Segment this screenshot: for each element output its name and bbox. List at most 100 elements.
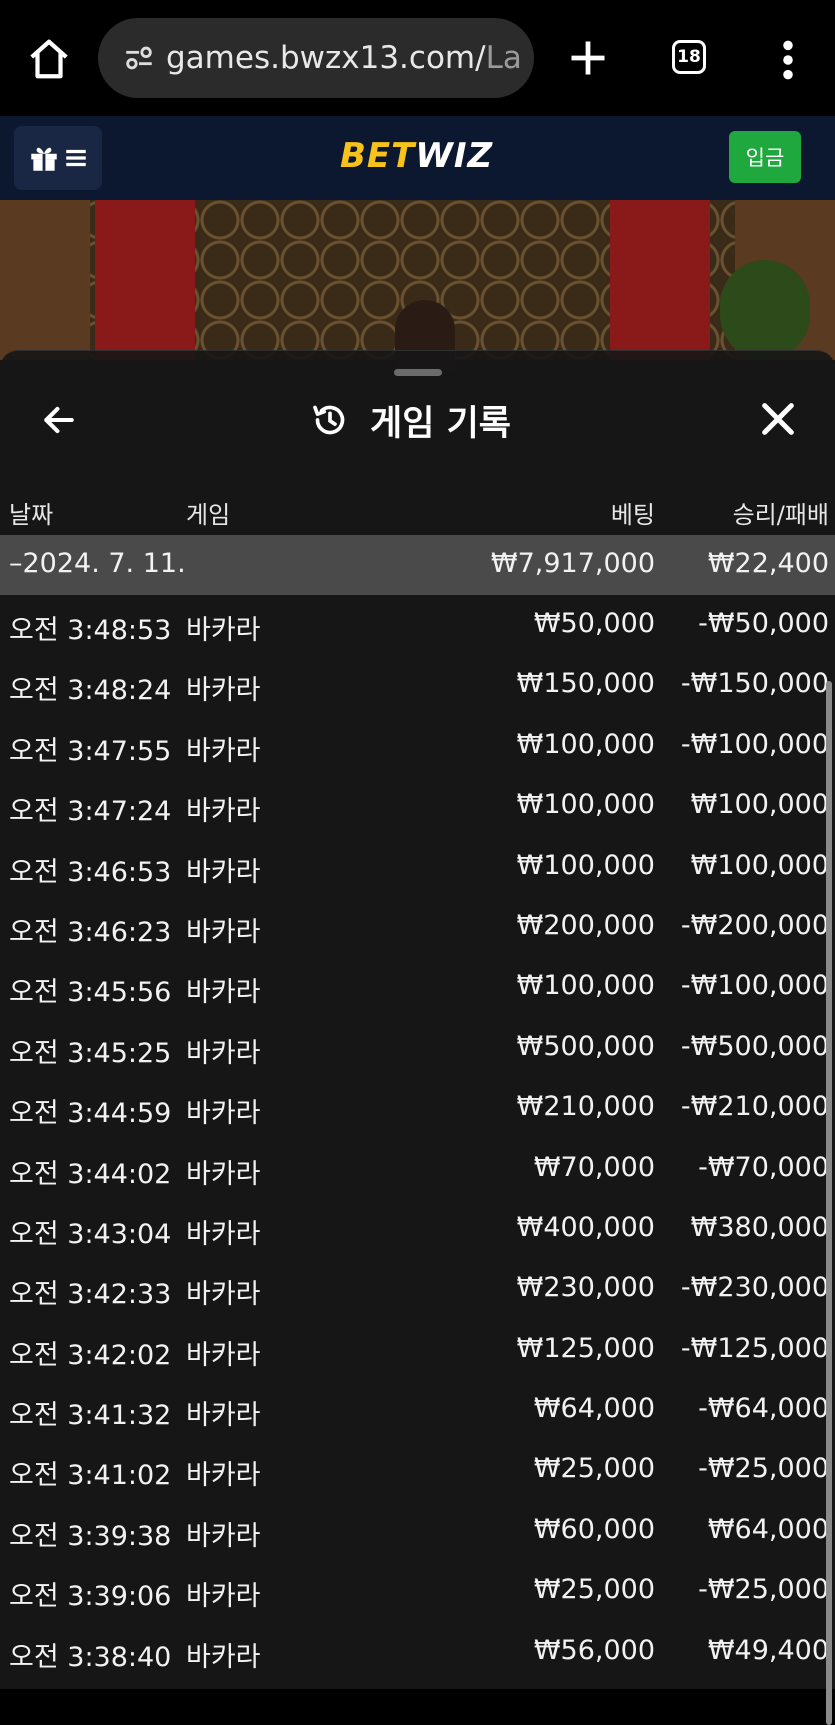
table-row[interactable]: 오전 3:39:06 바카라 ₩25,000 -₩25,000 bbox=[0, 1561, 835, 1621]
row-bet: ₩210,000 bbox=[516, 1091, 655, 1123]
logo-wiz: WIZ bbox=[415, 136, 494, 176]
table-row[interactable]: 오전 3:39:38 바카라 ₩60,000 ₩64,000 bbox=[0, 1501, 835, 1561]
row-time: 오전 3:46:53 bbox=[9, 856, 172, 888]
row-bet: ₩150,000 bbox=[516, 668, 655, 700]
row-time: 오전 3:45:56 bbox=[9, 977, 172, 1009]
row-result: -₩150,000 bbox=[680, 668, 829, 700]
table-row[interactable]: 오전 3:42:02 바카라 ₩125,000 -₩125,000 bbox=[0, 1320, 835, 1380]
row-game: 바카라 bbox=[186, 796, 261, 828]
row-bet: ₩500,000 bbox=[516, 1030, 655, 1062]
curtain-right bbox=[610, 200, 710, 360]
row-time: 오전 3:41:32 bbox=[9, 1400, 172, 1432]
row-bet: ₩125,000 bbox=[516, 1332, 655, 1364]
betwiz-logo[interactable]: BETWIZ bbox=[340, 136, 493, 176]
row-time: 오전 3:42:02 bbox=[9, 1339, 172, 1371]
table-row[interactable]: 오전 3:44:59 바카라 ₩210,000 -₩210,000 bbox=[0, 1078, 835, 1138]
row-bet: ₩64,000 bbox=[533, 1393, 655, 1425]
summary-win-loss: ₩22,400 bbox=[707, 548, 829, 579]
row-game: 바카라 bbox=[186, 916, 261, 948]
row-result: ₩100,000 bbox=[690, 789, 829, 821]
row-bet: ₩100,000 bbox=[516, 728, 655, 760]
row-time: 오전 3:39:06 bbox=[9, 1581, 172, 1613]
date-group-summary[interactable]: –2024. 7. 11. ₩7,917,000 ₩22,400 bbox=[0, 535, 835, 595]
row-game: 바카라 bbox=[186, 615, 261, 646]
table-row[interactable]: 오전 3:46:23 바카라 ₩200,000 -₩200,000 bbox=[0, 897, 835, 957]
row-game: 바카라 bbox=[186, 1218, 261, 1250]
table-row[interactable]: 오전 3:41:02 바카라 ₩25,000 -₩25,000 bbox=[0, 1440, 835, 1500]
gift-icon bbox=[31, 147, 57, 171]
row-bet: ₩100,000 bbox=[516, 849, 655, 881]
tune-icon[interactable] bbox=[122, 41, 156, 75]
row-result: -₩100,000 bbox=[680, 970, 829, 1002]
table-row[interactable]: 오전 3:43:04 바카라 ₩400,000 ₩380,000 bbox=[0, 1199, 835, 1259]
row-bet: ₩50,000 bbox=[533, 608, 655, 639]
row-time: 오전 3:43:04 bbox=[9, 1218, 172, 1250]
row-result: ₩64,000 bbox=[707, 1513, 829, 1545]
home-icon[interactable] bbox=[26, 36, 72, 82]
row-game: 바카라 bbox=[186, 1641, 261, 1673]
table-row[interactable]: 오전 3:45:25 바카라 ₩500,000 -₩500,000 bbox=[0, 1018, 835, 1078]
row-game: 바카라 bbox=[186, 1098, 261, 1130]
row-game: 바카라 bbox=[186, 1400, 261, 1432]
table-row[interactable]: 오전 3:45:56 바카라 ₩100,000 -₩100,000 bbox=[0, 957, 835, 1017]
menu-button[interactable] bbox=[14, 126, 102, 190]
column-date: 날짜 bbox=[9, 501, 54, 529]
scrollbar[interactable] bbox=[826, 681, 832, 1725]
table-row[interactable]: 오전 3:48:53 바카라 ₩50,000 -₩50,000 bbox=[0, 595, 835, 655]
drag-handle[interactable] bbox=[394, 369, 442, 376]
row-result: -₩200,000 bbox=[680, 909, 829, 941]
row-bet: ₩100,000 bbox=[516, 789, 655, 821]
row-result: -₩125,000 bbox=[680, 1332, 829, 1364]
row-time: 오전 3:44:02 bbox=[9, 1158, 172, 1190]
sheet-header: 게임 기록 bbox=[310, 395, 511, 445]
browser-toolbar: games.bwzx13.com/La 18 bbox=[0, 0, 835, 116]
row-result: -₩64,000 bbox=[698, 1393, 829, 1425]
row-bet: ₩56,000 bbox=[533, 1634, 655, 1666]
table-row[interactable]: 오전 3:41:32 바카라 ₩64,000 -₩64,000 bbox=[0, 1380, 835, 1440]
column-win-loss: 승리/패배 bbox=[732, 501, 829, 529]
row-result: ₩49,400 bbox=[707, 1634, 829, 1666]
table-row[interactable]: 오전 3:48:24 바카라 ₩150,000 -₩150,000 bbox=[0, 655, 835, 715]
logo-bet: BET bbox=[340, 136, 416, 176]
row-time: 오전 3:48:24 bbox=[9, 675, 172, 707]
table-row[interactable]: 오전 3:44:02 바카라 ₩70,000 -₩70,000 bbox=[0, 1139, 835, 1199]
row-result: -₩50,000 bbox=[698, 608, 829, 639]
url-text[interactable]: games.bwzx13.com/La bbox=[166, 40, 526, 76]
row-game: 바카라 bbox=[186, 735, 261, 767]
tab-count: 18 bbox=[677, 47, 701, 67]
url-tail: La bbox=[485, 40, 522, 76]
history-table: –2024. 7. 11. ₩7,917,000 ₩22,400 오전 3:48… bbox=[0, 535, 835, 1682]
plus-icon[interactable] bbox=[566, 36, 610, 80]
row-game: 바카라 bbox=[186, 977, 261, 1009]
row-time: 오전 3:47:55 bbox=[9, 735, 172, 767]
arrow-left-icon[interactable] bbox=[40, 401, 78, 439]
table-row[interactable]: 오전 3:46:53 바카라 ₩100,000 ₩100,000 bbox=[0, 837, 835, 897]
table-row[interactable]: 오전 3:47:24 바카라 ₩100,000 ₩100,000 bbox=[0, 776, 835, 836]
tab-switcher-button[interactable]: 18 bbox=[672, 40, 706, 74]
row-bet: ₩25,000 bbox=[533, 1453, 655, 1485]
row-time: 오전 3:38:40 bbox=[9, 1641, 172, 1673]
history-icon bbox=[313, 405, 345, 435]
summary-bet: ₩7,917,000 bbox=[490, 548, 655, 579]
table-row[interactable]: 오전 3:42:33 바카라 ₩230,000 -₩230,000 bbox=[0, 1259, 835, 1319]
row-bet: ₩60,000 bbox=[533, 1513, 655, 1545]
row-game: 바카라 bbox=[186, 1279, 261, 1311]
row-time: 오전 3:45:25 bbox=[9, 1037, 172, 1069]
hamburger-icon bbox=[66, 149, 86, 167]
site-header: BETWIZ 입금 bbox=[0, 116, 835, 201]
row-game: 바카라 bbox=[186, 1581, 261, 1613]
row-game: 바카라 bbox=[186, 1037, 261, 1069]
row-time: 오전 3:42:33 bbox=[9, 1279, 172, 1311]
kebab-menu-icon[interactable] bbox=[778, 38, 798, 82]
row-result: -₩210,000 bbox=[680, 1091, 829, 1123]
row-game: 바카라 bbox=[186, 1520, 261, 1552]
row-result: -₩25,000 bbox=[698, 1574, 829, 1606]
row-result: -₩100,000 bbox=[680, 728, 829, 760]
table-row[interactable]: 오전 3:38:40 바카라 ₩56,000 ₩49,400 bbox=[0, 1622, 835, 1682]
deposit-button[interactable]: 입금 bbox=[729, 131, 801, 183]
table-row[interactable]: 오전 3:47:55 바카라 ₩100,000 -₩100,000 bbox=[0, 716, 835, 776]
address-bar[interactable]: games.bwzx13.com/La bbox=[98, 18, 534, 98]
close-icon[interactable] bbox=[758, 399, 798, 439]
column-bet: 베팅 bbox=[610, 501, 655, 529]
column-game: 게임 bbox=[186, 501, 231, 529]
